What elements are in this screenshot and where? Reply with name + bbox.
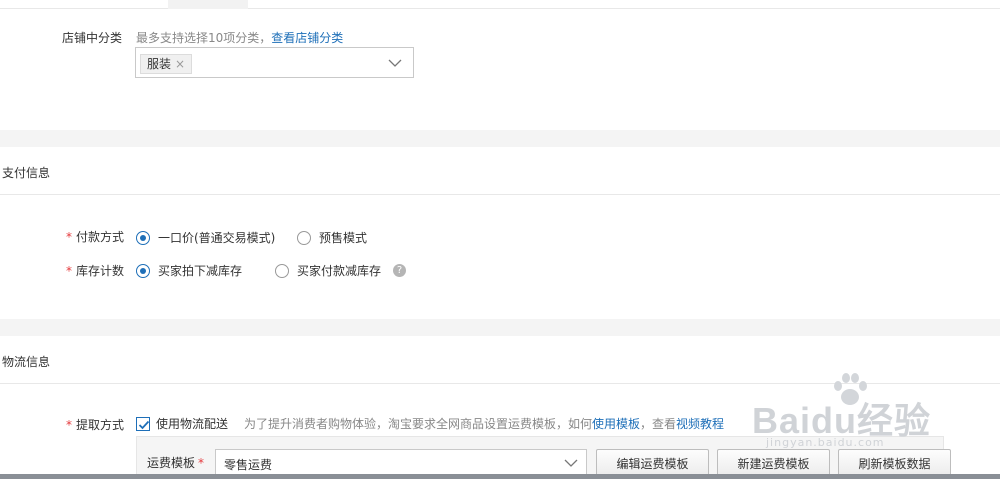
pay-method-label: * 付款方式: [66, 228, 124, 245]
logistics-hint-text: 为了提升消费者购物体验，淘宝要求全网商品设置运费模板，如何: [244, 417, 593, 431]
pickup-label: * 提取方式: [66, 416, 124, 433]
watermark-subtext: jingyan.baidu.com: [766, 436, 885, 449]
store-category-hint: 最多支持选择10项分类，查看店铺分类: [136, 29, 343, 46]
pay-method-option-label: 预售模式: [319, 231, 368, 245]
store-category-label: 店铺中分类: [62, 31, 123, 45]
checkbox-checked-icon[interactable]: [136, 416, 150, 431]
stock-option-label: 买家付款减库存: [297, 264, 382, 278]
pay-method-label-text: 付款方式: [76, 230, 125, 244]
section-separator: [0, 319, 1000, 336]
top-tab-bar: [0, 0, 1000, 9]
logistics-section-title: 物流信息: [2, 355, 51, 369]
new-shipping-template-button[interactable]: 新建运费模板: [717, 449, 830, 477]
stock-option-on-payment[interactable]: 买家付款减库存 ?: [275, 262, 407, 279]
use-template-link[interactable]: 使用模板: [592, 417, 640, 431]
logistics-hint-mid: ，查看: [640, 417, 677, 431]
stock-count-label: * 库存计数: [66, 262, 124, 279]
use-logistics-checkbox[interactable]: 使用物流配送: [136, 415, 228, 432]
video-tutorial-link[interactable]: 视频教程: [676, 417, 724, 431]
payment-section-title: 支付信息: [2, 166, 51, 180]
required-mark: *: [66, 264, 72, 278]
chevron-down-icon[interactable]: [388, 56, 402, 70]
refresh-template-data-button[interactable]: 刷新模板数据: [838, 449, 951, 477]
chevron-down-icon[interactable]: [564, 456, 578, 470]
pay-method-option-presale[interactable]: 预售模式: [297, 229, 367, 246]
radio-unselected-icon[interactable]: [275, 263, 289, 278]
divider: [0, 194, 1000, 195]
radio-selected-icon[interactable]: [136, 263, 150, 278]
store-category-hint-text: 最多支持选择10项分类，: [136, 31, 272, 45]
view-store-category-link[interactable]: 查看店铺分类: [271, 31, 343, 45]
section-separator: [0, 130, 1000, 147]
selected-category-tag-label: 服装: [147, 57, 172, 71]
radio-selected-icon[interactable]: [136, 230, 150, 245]
selected-category-tag: 服装 ×: [140, 54, 193, 74]
edit-shipping-template-button[interactable]: 编辑运费模板: [596, 449, 709, 477]
baidu-jingyan-watermark: Baidu经验 jingyan.baidu.com: [752, 372, 952, 452]
pay-method-option-fixed-price[interactable]: 一口价(普通交易模式): [136, 229, 275, 246]
radio-unselected-icon[interactable]: [297, 230, 311, 245]
top-tab[interactable]: [168, 0, 248, 9]
shipping-template-label: 运费模板 *: [147, 454, 208, 471]
store-category-select[interactable]: 服装 ×: [135, 47, 414, 78]
shipping-template-label-text: 运费模板: [147, 456, 196, 470]
stock-option-label: 买家拍下减库存: [158, 264, 243, 278]
use-logistics-label: 使用物流配送: [156, 417, 229, 431]
shipping-template-select[interactable]: 零售运费: [215, 449, 587, 477]
bottom-scrollbar-edge: [0, 474, 1000, 479]
pay-method-option-label: 一口价(普通交易模式): [158, 231, 276, 245]
stock-option-on-order[interactable]: 买家拍下减库存: [136, 262, 242, 279]
pickup-label-text: 提取方式: [76, 418, 125, 432]
required-mark: *: [66, 418, 72, 432]
required-mark: *: [198, 456, 205, 470]
shipping-template-value: 零售运费: [224, 458, 273, 472]
help-icon[interactable]: ?: [393, 264, 407, 277]
remove-tag-icon[interactable]: ×: [175, 55, 185, 73]
logistics-hint: 为了提升消费者购物体验，淘宝要求全网商品设置运费模板，如何使用模板，查看视频教程: [244, 415, 724, 432]
stock-count-label-text: 库存计数: [76, 264, 125, 278]
required-mark: *: [66, 230, 72, 244]
